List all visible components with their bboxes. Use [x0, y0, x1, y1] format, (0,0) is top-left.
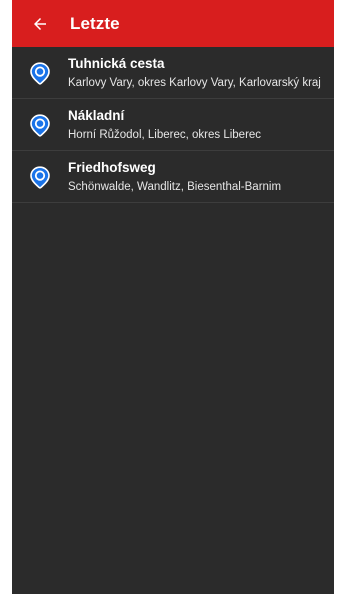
location-pin-icon	[12, 113, 68, 137]
recent-item-title: Friedhofsweg	[68, 159, 156, 175]
recent-item-subtitle: Karlovy Vary, okres Karlovy Vary, Karlov…	[68, 76, 321, 89]
recent-item-title: Nákladní	[68, 107, 125, 123]
recent-item-tuhnicka-cesta[interactable]: Tuhnická cesta Karlovy Vary, okres Karlo…	[12, 47, 334, 99]
app-screen: Letzte Tuhnická cesta Karlovy Vary, okre…	[12, 0, 334, 594]
arrow-left-icon	[34, 17, 46, 30]
location-pin-icon	[12, 165, 68, 189]
recent-item-nakladni[interactable]: Nákladní Horní Růžodol, Liberec, okres L…	[12, 99, 334, 151]
recent-item-text: Friedhofsweg Schönwalde, Wandlitz, Biese…	[68, 159, 334, 195]
recent-item-text: Nákladní Horní Růžodol, Liberec, okres L…	[68, 107, 334, 143]
page-title: Letzte	[70, 13, 120, 33]
recent-item-subtitle: Schönwalde, Wandlitz, Biesenthal-Barnim	[68, 180, 282, 193]
recent-item-title: Tuhnická cesta	[68, 55, 165, 71]
recent-item-subtitle: Horní Růžodol, Liberec, okres Liberec	[68, 128, 262, 141]
recent-list: Tuhnická cesta Karlovy Vary, okres Karlo…	[12, 47, 334, 203]
back-button[interactable]	[12, 0, 68, 47]
recent-item-friedhofsweg[interactable]: Friedhofsweg Schönwalde, Wandlitz, Biese…	[12, 151, 334, 203]
location-pin-icon	[12, 61, 68, 85]
app-bar: Letzte	[12, 0, 334, 47]
recent-item-text: Tuhnická cesta Karlovy Vary, okres Karlo…	[68, 55, 334, 91]
